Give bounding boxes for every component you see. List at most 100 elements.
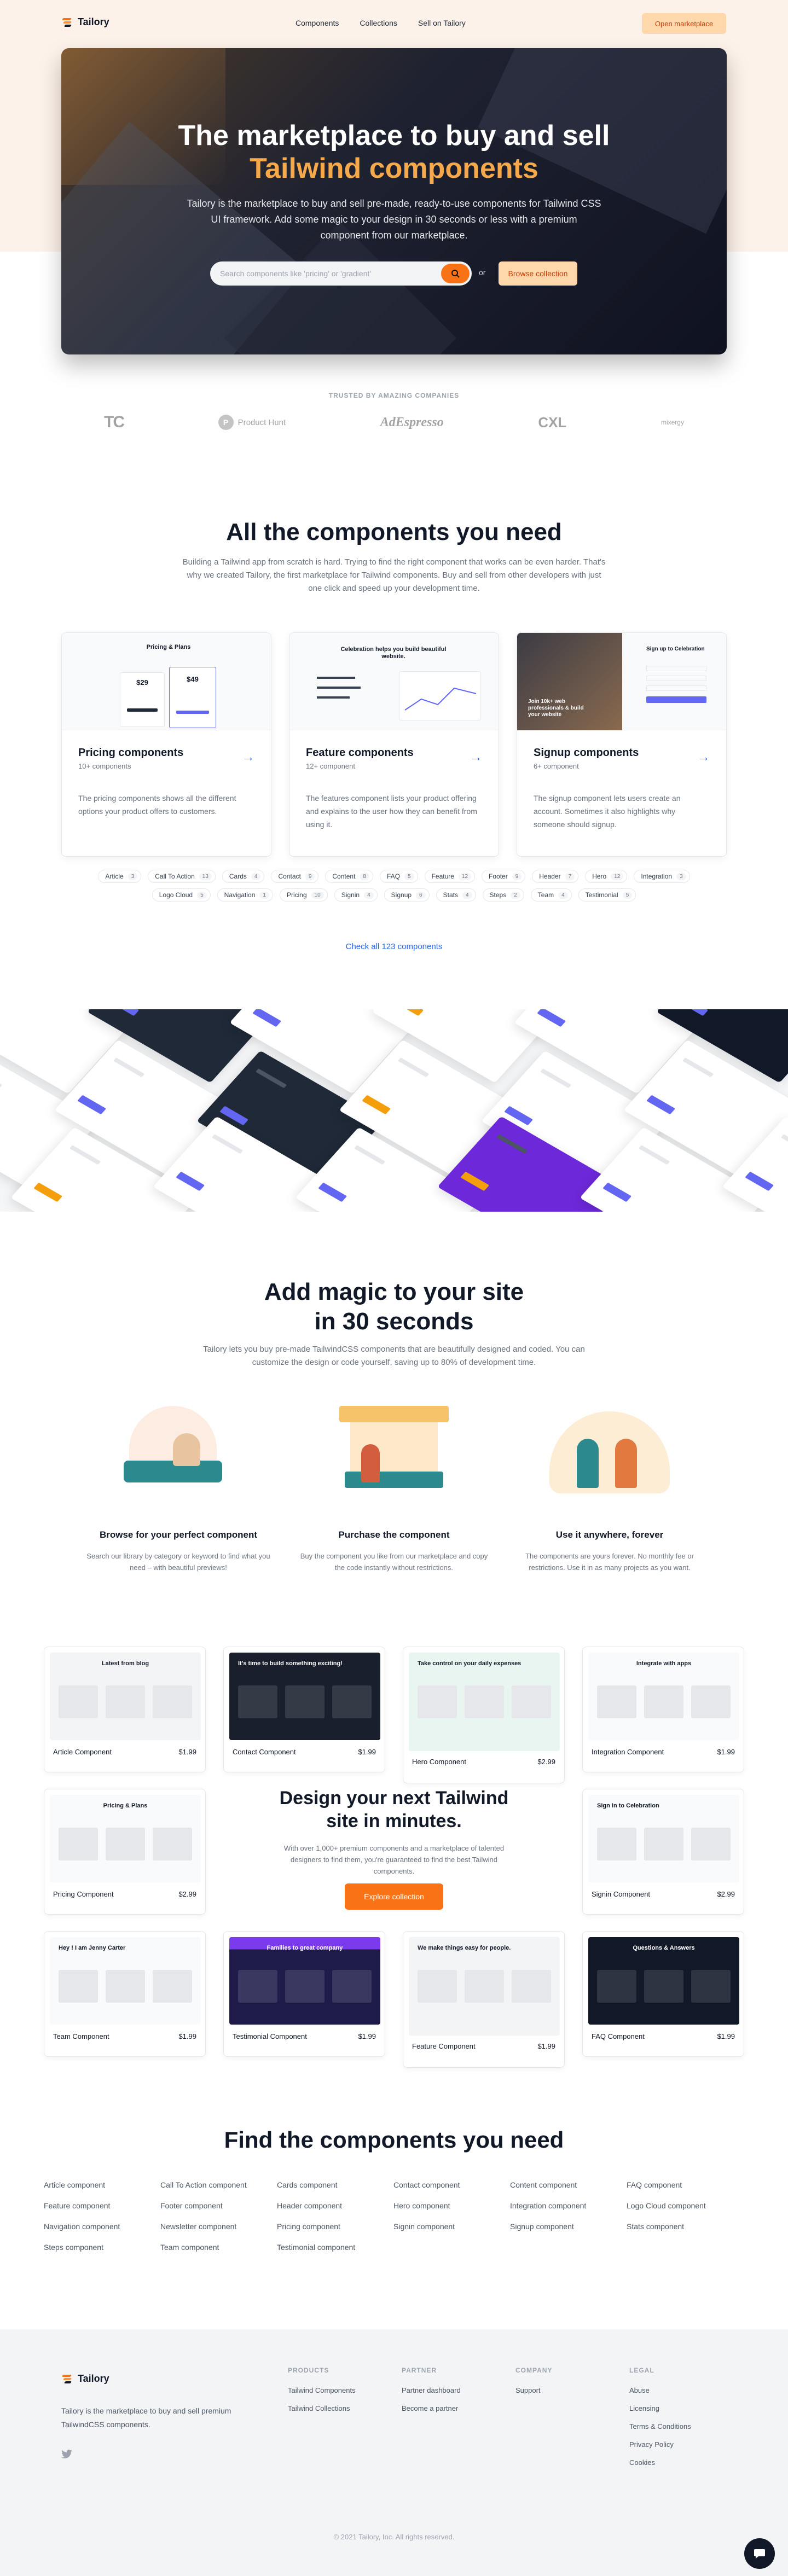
category-chip[interactable]: Header 7: [532, 870, 579, 883]
category-chip[interactable]: FAQ 5: [379, 870, 418, 883]
product-card[interactable]: Latest from blog Article Component $1.99: [44, 1647, 206, 1772]
footer-link[interactable]: Privacy Policy: [629, 2440, 691, 2449]
category-chip[interactable]: Hero 12: [585, 870, 628, 883]
category-chip[interactable]: Signup 6: [384, 888, 430, 902]
category-chip[interactable]: Team 4: [530, 888, 572, 902]
hero-title-highlight: Tailwind components: [250, 153, 538, 184]
nav-link-sell[interactable]: Sell on Tailory: [418, 19, 466, 27]
product-card[interactable]: It's time to build something exciting! Co…: [223, 1647, 385, 1772]
explore-collection-button[interactable]: Explore collection: [345, 1883, 443, 1910]
find-link[interactable]: Signup component: [510, 2222, 627, 2231]
search-input[interactable]: Search components like 'pricing' or 'gra…: [210, 261, 472, 286]
chip-count: 3: [128, 873, 138, 880]
find-link[interactable]: Article component: [44, 2180, 160, 2189]
find-link[interactable]: Testimonial component: [277, 2243, 393, 2252]
chip-count: 10: [311, 891, 324, 899]
find-link[interactable]: Team component: [160, 2243, 277, 2252]
product-card[interactable]: Sign in to Celebration Signin Component $2…: [582, 1789, 744, 1915]
find-link[interactable]: Header component: [277, 2201, 393, 2210]
category-chip[interactable]: Testimonial 5: [578, 888, 636, 902]
pricing-components-card[interactable]: Pricing & Plans $29 $49 Pricing componen…: [61, 632, 271, 857]
category-chip[interactable]: Logo Cloud 5: [152, 888, 211, 902]
find-link[interactable]: Content component: [510, 2180, 627, 2189]
category-chip[interactable]: Contact 9: [271, 870, 319, 883]
check-all-components-link[interactable]: Check all 123 components: [0, 942, 788, 951]
find-link[interactable]: Navigation component: [44, 2222, 160, 2231]
category-chip[interactable]: Call To Action 13: [148, 870, 216, 883]
design-title-line1: Design your next Tailwind: [279, 1788, 509, 1809]
chat-button[interactable]: [744, 2538, 775, 2569]
find-link[interactable]: Pricing component: [277, 2222, 393, 2231]
find-link[interactable]: Contact component: [393, 2180, 510, 2189]
product-card[interactable]: Hey ! I am Jenny Carter Team Component $1.…: [44, 1931, 206, 2057]
magic-title: Add magic to your site in 30 seconds: [0, 1277, 788, 1336]
find-link[interactable]: Footer component: [160, 2201, 277, 2210]
footer-link[interactable]: Support: [515, 2386, 552, 2394]
product-card[interactable]: Questions & Answers FAQ Component $1.99: [582, 1931, 744, 2057]
footer-link[interactable]: Tailwind Components: [288, 2386, 356, 2394]
find-link[interactable]: Cards component: [277, 2180, 393, 2189]
arrow-right-icon[interactable]: →: [698, 750, 710, 764]
twitter-icon[interactable]: [61, 2450, 72, 2461]
find-link[interactable]: Hero component: [393, 2201, 510, 2210]
category-chip[interactable]: Integration 3: [634, 870, 690, 883]
search-button[interactable]: [441, 264, 470, 283]
footer-link[interactable]: Terms & Conditions: [629, 2422, 691, 2430]
category-chip[interactable]: Navigation 1: [217, 888, 273, 902]
product-card[interactable]: We make things easy for people. Feature C…: [403, 1931, 565, 2068]
footer-logo[interactable]: Tailory: [61, 2373, 109, 2385]
components-title: All the components you need: [226, 519, 562, 545]
hero-title-line1: The marketplace to buy and sell: [178, 120, 610, 152]
arrow-right-icon[interactable]: →: [242, 750, 254, 764]
category-chip[interactable]: Feature 12: [424, 870, 476, 883]
product-name: Integration Component: [592, 1748, 664, 1756]
feature-components-card[interactable]: Celebration helps you build beautiful we…: [289, 632, 499, 857]
footer-link[interactable]: Tailwind Collections: [288, 2404, 356, 2412]
chip-count: 1: [259, 891, 269, 899]
product-card[interactable]: Families to great company Testimonial Com…: [223, 1931, 385, 2057]
find-link[interactable]: Signin component: [393, 2222, 510, 2231]
chip-label: Call To Action: [155, 873, 195, 880]
product-card[interactable]: Take control on your daily expenses Hero …: [403, 1647, 565, 1783]
category-chip[interactable]: Signin 4: [334, 888, 378, 902]
find-link[interactable]: Integration component: [510, 2201, 627, 2210]
find-link[interactable]: Logo Cloud component: [627, 2201, 743, 2210]
nav-link-components[interactable]: Components: [296, 19, 339, 27]
category-chip[interactable]: Stats 4: [436, 888, 476, 902]
brand-logo[interactable]: Tailory: [61, 16, 109, 28]
find-link[interactable]: Call To Action component: [160, 2180, 277, 2189]
footer-link[interactable]: Abuse: [629, 2386, 691, 2394]
find-link[interactable]: Stats component: [627, 2222, 743, 2231]
footer-link[interactable]: Licensing: [629, 2404, 691, 2412]
nav-link-collections[interactable]: Collections: [360, 19, 397, 27]
footer-link[interactable]: Cookies: [629, 2458, 691, 2467]
category-chip[interactable]: Footer 9: [482, 870, 526, 883]
find-link[interactable]: Steps component: [44, 2243, 160, 2252]
category-chip[interactable]: Steps 2: [482, 888, 524, 902]
product-preview: Integrate with apps: [588, 1653, 739, 1740]
category-chip[interactable]: Content 8: [325, 870, 373, 883]
chip-label: Logo Cloud: [159, 891, 193, 899]
browse-collection-button[interactable]: Browse collection: [499, 261, 577, 286]
hero-section: The marketplace to buy and sell Tailwind…: [61, 48, 727, 354]
open-marketplace-button[interactable]: Open marketplace: [642, 13, 726, 34]
navbar: Tailory Components Collections Sell on T…: [0, 0, 788, 48]
find-link[interactable]: FAQ component: [627, 2180, 743, 2189]
footer-link[interactable]: Become a partner: [402, 2404, 461, 2412]
design-title: Design your next Tailwind site in minute…: [235, 1787, 553, 1833]
category-chip[interactable]: Article 3: [98, 870, 142, 883]
product-price: $1.99: [178, 2032, 196, 2040]
footer-link[interactable]: Partner dashboard: [402, 2386, 461, 2394]
product-card[interactable]: Integrate with apps Integration Component…: [582, 1647, 744, 1772]
find-link[interactable]: Newsletter component: [160, 2222, 277, 2231]
arrow-right-icon[interactable]: →: [470, 750, 482, 764]
product-card[interactable]: Pricing & Plans Pricing Component $2.99: [44, 1789, 206, 1915]
product-price: $1.99: [717, 2032, 735, 2040]
magic-title-line1: Add magic to your site: [264, 1278, 524, 1305]
chip-count: 7: [565, 873, 575, 880]
find-link[interactable]: Feature component: [44, 2201, 160, 2210]
category-chip[interactable]: Cards 4: [222, 870, 265, 883]
signup-components-card[interactable]: Join 10k+ web professionals & build your…: [517, 632, 727, 857]
search-placeholder: Search components like 'pricing' or 'gra…: [220, 269, 372, 278]
category-chip[interactable]: Pricing 10: [279, 888, 328, 902]
